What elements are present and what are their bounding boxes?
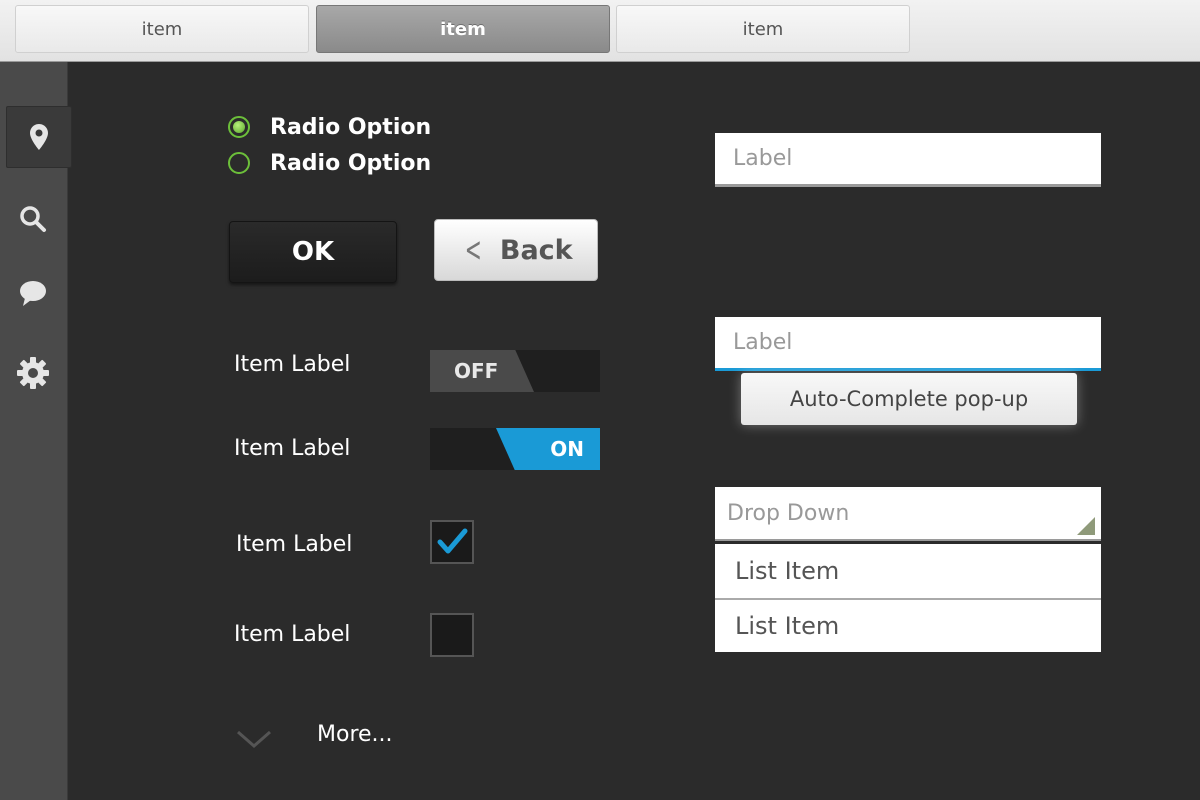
toggle-switch-on[interactable]: ON (430, 428, 600, 470)
label-placeholder: Label (733, 330, 793, 355)
checkmark-icon (437, 528, 468, 554)
toggle-label-on: Item Label (234, 436, 351, 461)
list-item[interactable]: List Item (715, 544, 1101, 598)
sidebar-item-chat[interactable] (0, 262, 66, 324)
dropdown-corner-icon (1077, 517, 1095, 535)
tab-item-2[interactable]: item (316, 5, 610, 53)
dropdown-select[interactable]: Drop Down (715, 487, 1101, 541)
tab-item-1[interactable]: item (15, 5, 309, 53)
ok-button[interactable]: OK (229, 221, 397, 283)
tab-bar: item item item (0, 0, 1200, 62)
more-expander[interactable] (234, 716, 274, 760)
toggle-knob: OFF (430, 350, 534, 392)
checkbox-checked[interactable] (430, 520, 474, 564)
gear-icon (17, 357, 49, 389)
radio-label: Radio Option (270, 150, 432, 176)
sidebar-item-search[interactable] (0, 188, 66, 250)
radio-button-checked[interactable] (228, 116, 250, 138)
dropdown-value: Drop Down (727, 500, 850, 526)
autocomplete-text-field[interactable]: Label (715, 317, 1101, 371)
search-icon (20, 206, 46, 232)
checkbox-unchecked[interactable] (430, 613, 474, 657)
checkbox-label-checked: Item Label (236, 532, 353, 557)
radio-option-2[interactable]: Radio Option (228, 148, 431, 178)
autocomplete-popup[interactable]: Auto-Complete pop-up (741, 373, 1077, 425)
label-placeholder: Label (733, 146, 793, 171)
more-label[interactable]: More... (317, 722, 393, 747)
toggle-switch-off[interactable]: OFF (430, 350, 600, 392)
sidebar (0, 62, 72, 800)
toggle-knob: ON (496, 428, 600, 470)
radio-button-unchecked[interactable] (228, 152, 250, 174)
back-button[interactable]: < Back (434, 219, 598, 281)
sidebar-item-location[interactable] (6, 106, 72, 168)
chevron-down-icon (237, 730, 271, 748)
sidebar-item-settings[interactable] (0, 342, 66, 404)
radio-option-1[interactable]: Radio Option (228, 112, 431, 142)
label-text-field[interactable]: Label (715, 133, 1101, 187)
back-button-label: Back (499, 234, 573, 266)
location-pin-icon (30, 124, 48, 150)
list-item[interactable]: List Item (715, 598, 1101, 652)
tab-item-3[interactable]: item (616, 5, 910, 53)
checkbox-label-unchecked: Item Label (234, 622, 351, 647)
chevron-left-icon: < (465, 230, 483, 270)
radio-label: Radio Option (270, 114, 432, 140)
chat-bubble-icon (20, 281, 46, 306)
toggle-label-off: Item Label (234, 352, 351, 377)
